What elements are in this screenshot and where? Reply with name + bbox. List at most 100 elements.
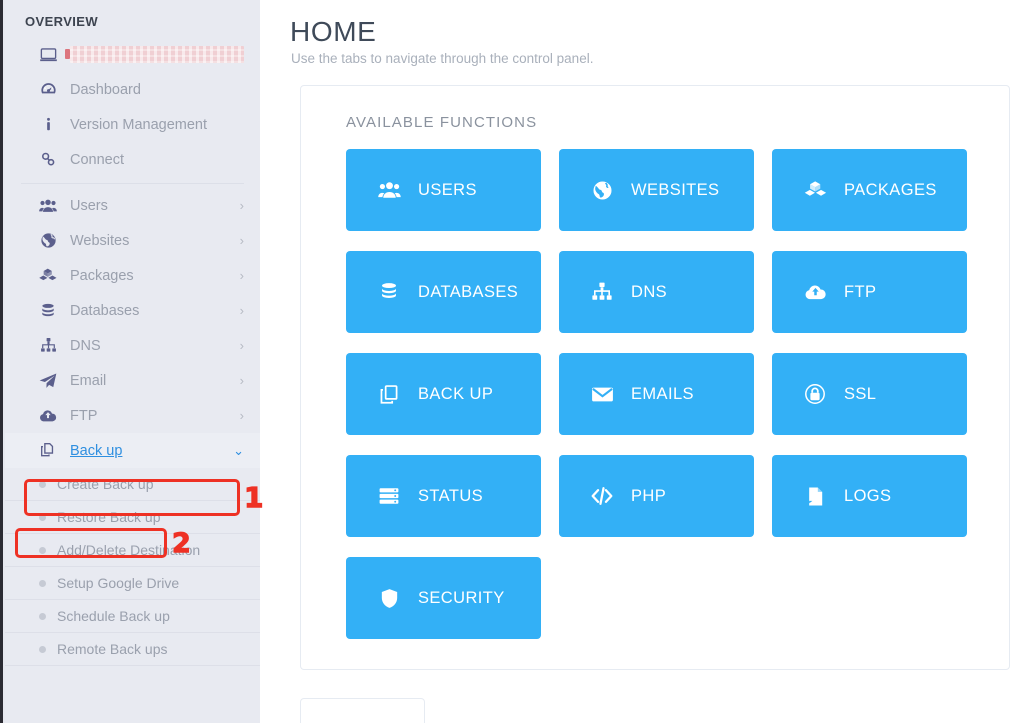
packages-icon xyxy=(35,266,61,286)
submenu-item-label: Setup Google Drive xyxy=(57,575,180,591)
sidebar-item-host-label xyxy=(65,46,244,63)
main-content: HOME Use the tabs to navigate through th… xyxy=(260,0,1015,723)
sidebar-item-dashboard-label: Dashboard xyxy=(70,81,141,98)
sidebar-item-users-label: Users xyxy=(70,197,108,214)
sidebar-item-dns-label: DNS xyxy=(70,337,101,354)
chevron-right-icon: › xyxy=(239,338,244,353)
tile-users[interactable]: USERS xyxy=(346,149,541,231)
submenu-item-label: Schedule Back up xyxy=(57,608,170,624)
submenu-item-create-back-up[interactable]: Create Back up xyxy=(5,468,260,501)
sidebar-item-websites[interactable]: Websites › xyxy=(5,223,260,258)
available-functions-panel: AVAILABLE FUNCTIONS USERS WEBSITES PACKA… xyxy=(300,85,1010,670)
bullet-icon xyxy=(39,546,46,554)
tile-label: BACK UP xyxy=(418,384,494,403)
globe-icon xyxy=(35,231,61,250)
secondary-panel xyxy=(300,698,425,723)
submenu-item-add-delete-destination[interactable]: Add/Delete Destination xyxy=(5,534,260,567)
chevron-right-icon: › xyxy=(239,233,244,248)
submenu-item-schedule-back-up[interactable]: Schedule Back up xyxy=(5,600,260,633)
tile-label: FTP xyxy=(844,282,877,301)
submenu-item-label: Restore Back up xyxy=(57,509,161,525)
annotation-number-1: 1 xyxy=(243,480,264,514)
dashboard-icon xyxy=(35,80,61,99)
copy-icon xyxy=(35,441,61,460)
tile-databases[interactable]: DATABASES xyxy=(346,251,541,333)
tile-back-up[interactable]: BACK UP xyxy=(346,353,541,435)
tile-status[interactable]: STATUS xyxy=(346,455,541,537)
sidebar-item-host[interactable] xyxy=(5,37,260,72)
tile-label: EMAILS xyxy=(631,384,694,403)
tile-label: DNS xyxy=(631,282,668,301)
sidebar: OVERVIEW Dashboard Version Management Co… xyxy=(5,0,260,723)
file-icon xyxy=(800,485,830,508)
chevron-right-icon: › xyxy=(239,408,244,423)
tile-label: WEBSITES xyxy=(631,180,720,199)
info-icon xyxy=(35,115,61,134)
sidebar-item-websites-label: Websites xyxy=(70,232,130,249)
sidebar-item-email[interactable]: Email › xyxy=(5,363,260,398)
tile-php[interactable]: PHP xyxy=(559,455,754,537)
packages-icon xyxy=(800,178,830,203)
envelope-icon xyxy=(587,382,617,407)
submenu-item-restore-back-up[interactable]: Restore Back up xyxy=(5,501,260,534)
sidebar-item-dashboard[interactable]: Dashboard xyxy=(5,72,260,107)
sidebar-item-packages-label: Packages xyxy=(70,267,134,284)
cloud-upload-icon xyxy=(35,406,61,426)
sidebar-item-users[interactable]: Users › xyxy=(5,188,260,223)
users-icon xyxy=(35,196,61,216)
function-tiles-grid: USERS WEBSITES PACKAGES DATABASES DNS FT… xyxy=(346,149,976,659)
cloud-upload-icon xyxy=(800,280,830,305)
sidebar-divider xyxy=(21,183,244,184)
page-title: HOME xyxy=(290,16,377,47)
back-up-submenu: Create Back up Restore Back up Add/Delet… xyxy=(5,468,260,666)
sidebar-item-back-up-label: Back up xyxy=(70,442,123,459)
sidebar-item-ftp[interactable]: FTP › xyxy=(5,398,260,433)
tile-emails[interactable]: EMAILS xyxy=(559,353,754,435)
submenu-item-remote-back-ups[interactable]: Remote Back ups xyxy=(5,633,260,666)
tile-security[interactable]: SECURITY xyxy=(346,557,541,639)
bullet-icon xyxy=(39,480,46,488)
link-icon xyxy=(35,150,61,169)
sidebar-item-back-up[interactable]: Back up ⌄ xyxy=(5,433,260,468)
tile-label: USERS xyxy=(418,180,477,199)
code-icon xyxy=(587,483,617,509)
tile-dns[interactable]: DNS xyxy=(559,251,754,333)
sidebar-item-version-management[interactable]: Version Management xyxy=(5,107,260,142)
sidebar-item-databases[interactable]: Databases › xyxy=(5,293,260,328)
chevron-right-icon: › xyxy=(239,373,244,388)
submenu-item-label: Create Back up xyxy=(57,476,154,492)
submenu-item-label: Remote Back ups xyxy=(57,641,168,657)
sidebar-item-packages[interactable]: Packages › xyxy=(5,258,260,293)
sidebar-section-overview: OVERVIEW xyxy=(25,14,99,29)
chevron-down-icon: ⌄ xyxy=(233,443,244,458)
tile-logs[interactable]: LOGS xyxy=(772,455,967,537)
shield-icon xyxy=(374,587,404,610)
sitemap-icon xyxy=(35,336,61,355)
chevron-right-icon: › xyxy=(239,303,244,318)
page-subtitle: Use the tabs to navigate through the con… xyxy=(291,51,594,66)
sidebar-item-databases-label: Databases xyxy=(70,302,140,319)
database-icon xyxy=(374,281,404,303)
tile-label: SSL xyxy=(844,384,877,403)
laptop-icon xyxy=(35,45,61,64)
chevron-right-icon: › xyxy=(239,268,244,283)
annotation-number-2: 2 xyxy=(171,527,191,559)
tile-websites[interactable]: WEBSITES xyxy=(559,149,754,231)
tile-label: LOGS xyxy=(844,486,892,505)
database-icon xyxy=(35,302,61,320)
bullet-icon xyxy=(39,612,46,620)
sidebar-item-connect[interactable]: Connect xyxy=(5,142,260,177)
tile-label: STATUS xyxy=(418,486,484,505)
sidebar-item-email-label: Email xyxy=(70,372,107,389)
tile-ssl[interactable]: SSL xyxy=(772,353,967,435)
sidebar-item-dns[interactable]: DNS › xyxy=(5,328,260,363)
sidebar-item-connect-label: Connect xyxy=(70,151,125,168)
tile-packages[interactable]: PACKAGES xyxy=(772,149,967,231)
globe-icon xyxy=(587,179,617,202)
copy-icon xyxy=(374,383,404,406)
panel-title: AVAILABLE FUNCTIONS xyxy=(346,114,538,131)
tile-label: PHP xyxy=(631,486,667,505)
submenu-item-setup-google-drive[interactable]: Setup Google Drive xyxy=(5,567,260,600)
sidebar-item-version-management-label: Version Management xyxy=(70,116,208,133)
tile-ftp[interactable]: FTP xyxy=(772,251,967,333)
